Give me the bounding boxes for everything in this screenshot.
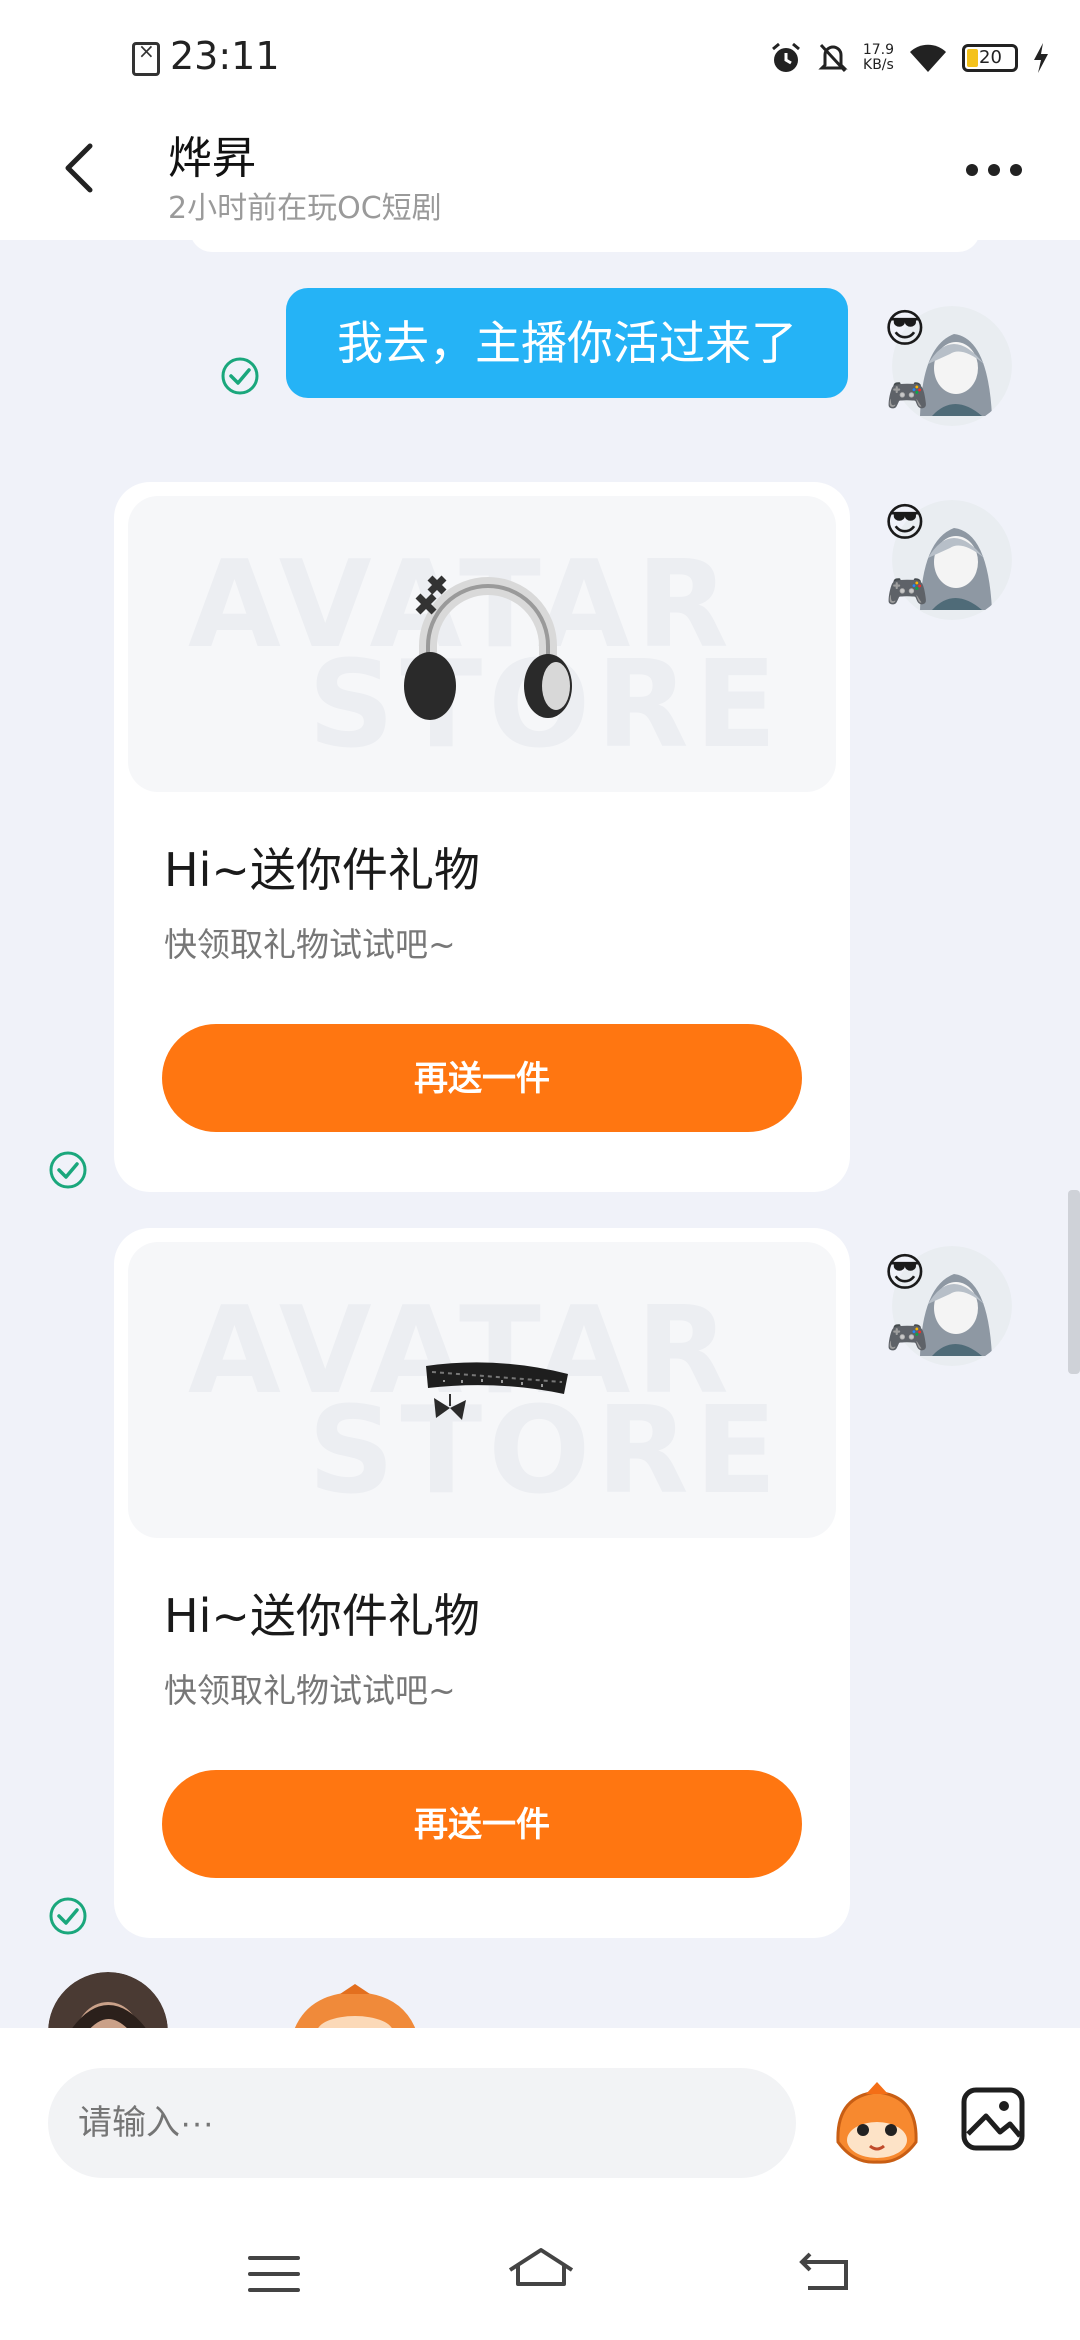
read-check-icon (221, 357, 259, 395)
read-check-icon (49, 1897, 87, 1935)
gift-image: AVATAR STORE (128, 496, 836, 792)
charging-icon (1034, 43, 1048, 73)
net-speed-unit: KB/s (863, 57, 894, 73)
sunglasses-emoji-icon: 😎 (884, 1250, 926, 1296)
header-curve (190, 230, 980, 252)
chat-subtitle: 2小时前在玩OC短剧 (168, 191, 442, 226)
wifi-icon (910, 44, 946, 72)
gift-card[interactable]: AVATAR STORE Hi~送你件礼物 快领取礼物试试吧~ 再送一件 (114, 1228, 850, 1938)
sunglasses-emoji-icon: 😎 (884, 306, 926, 352)
menu-nav-icon[interactable] (244, 2244, 304, 2304)
sunglasses-emoji-icon: 😎 (884, 500, 926, 546)
net-speed: 17.9 KB/s (863, 43, 894, 73)
home-nav-icon[interactable] (506, 2244, 576, 2304)
scrollbar[interactable] (1068, 1190, 1080, 1374)
battery-icon: 20 (962, 44, 1018, 72)
gift-image: AVATAR STORE (128, 1242, 836, 1538)
back-nav-icon[interactable] (796, 2244, 856, 2304)
image-picker-icon[interactable] (960, 2086, 1026, 2152)
send-again-button[interactable]: 再送一件 (162, 1024, 802, 1132)
doc-x-icon (132, 39, 160, 76)
status-time: 23:11 (170, 34, 280, 78)
game-controller-icon: 🎮 (886, 376, 929, 416)
gift-card[interactable]: AVATAR STORE Hi~送你件礼物 快领取礼物试试吧~ 再送一件 (114, 482, 850, 1192)
lace-choker-icon (426, 1362, 568, 1420)
message-input[interactable] (48, 2068, 796, 2178)
chat-title: 烨昇 (168, 133, 256, 184)
status-icons: 17.9 KB/s 20 (769, 38, 1050, 78)
headphones-icon (404, 575, 572, 720)
read-check-icon (49, 1151, 87, 1189)
sticker-mascot-icon[interactable] (830, 2082, 924, 2166)
alarm-icon (771, 42, 800, 72)
gift-subtitle: 快领取礼物试试吧~ (164, 1671, 456, 1710)
net-speed-value: 17.9 (862, 42, 894, 58)
gift-title: Hi~送你件礼物 (164, 843, 480, 897)
send-again-button[interactable]: 再送一件 (162, 1770, 802, 1878)
gift-subtitle: 快领取礼物试试吧~ (164, 925, 456, 964)
more-options-icon[interactable] (966, 160, 1022, 180)
mute-bell-icon (818, 43, 848, 73)
gift-title: Hi~送你件礼物 (164, 1589, 480, 1643)
back-arrow-icon[interactable] (60, 140, 100, 196)
game-controller-icon: 🎮 (886, 572, 929, 612)
game-controller-icon: 🎮 (886, 1318, 929, 1358)
message-bubble[interactable]: 我去，主播你活过来了 (286, 288, 848, 398)
chat-header (0, 120, 1080, 240)
battery-level: 20 (979, 47, 1002, 68)
